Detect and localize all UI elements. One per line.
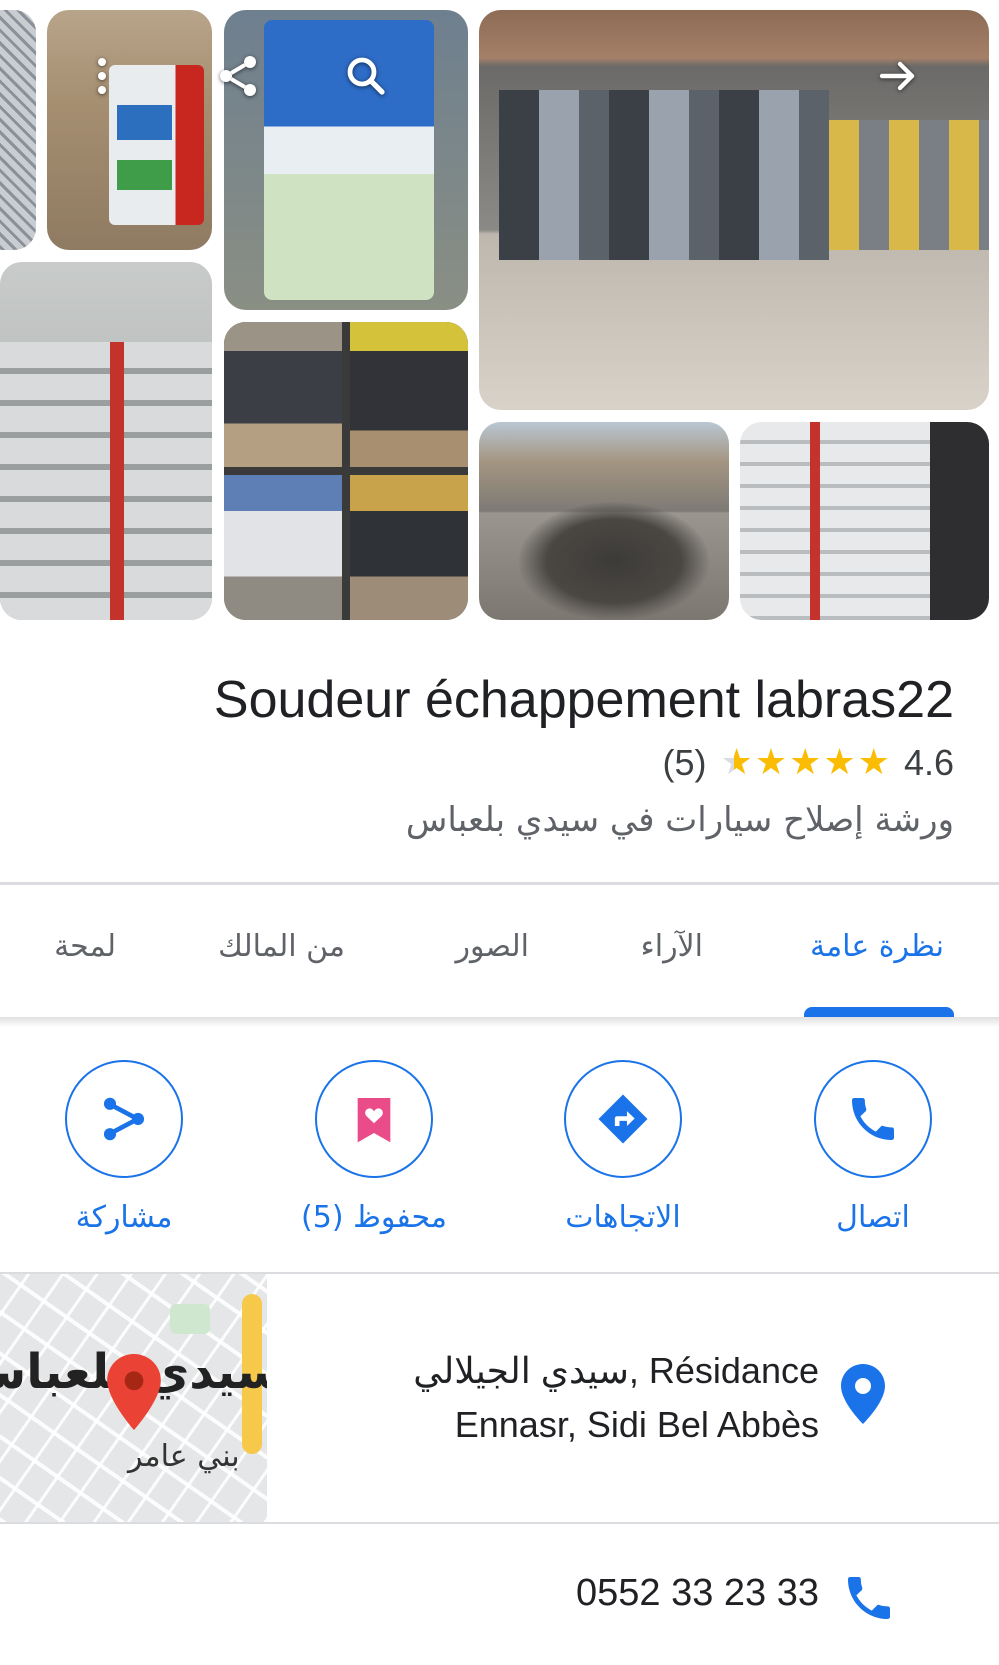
- photo-content: [499, 90, 829, 260]
- star-rating: ★ ★ ★ ★ ★: [721, 743, 890, 783]
- share-icon: [220, 56, 256, 96]
- place-name: Soudeur échappement labras22: [213, 671, 954, 729]
- search-icon: [347, 57, 385, 95]
- tab-shadow: [0, 1017, 999, 1027]
- review-count[interactable]: (5): [663, 742, 707, 784]
- gallery-photo-6[interactable]: [224, 322, 468, 620]
- phone-number[interactable]: 0552 33 23 33: [576, 1572, 819, 1615]
- bookmark-heart-icon: [357, 1098, 391, 1143]
- mini-map[interactable]: سيدي بلعباس بني عامر: [0, 1274, 267, 1522]
- photo-content: [519, 502, 709, 620]
- address-text[interactable]: سيدي الجيلالي, Résidance Ennasr, Sidi Be…: [413, 1344, 819, 1452]
- rating-value: 4.6: [903, 742, 954, 783]
- photo-content: [350, 322, 468, 467]
- map-park: [170, 1304, 210, 1334]
- arrow-forward-icon: [879, 61, 915, 91]
- tab-bar: نظرة عامة الآراء الصور من المالك لمحة: [0, 885, 999, 1017]
- rating-row[interactable]: 4.6 ★ ★ ★ ★ ★ (5): [663, 742, 954, 784]
- save-button[interactable]: محفوظ (5): [274, 1060, 474, 1235]
- map-district-label: بني عامر: [128, 1439, 240, 1474]
- directions-label: الاتجاهات: [565, 1200, 681, 1235]
- share-label: مشاركة: [75, 1200, 173, 1235]
- search-button[interactable]: [334, 44, 398, 108]
- star-half-icon: ★: [720, 742, 753, 783]
- photo-gallery[interactable]: [0, 0, 999, 630]
- gallery-photo-7[interactable]: [479, 422, 729, 620]
- call-button[interactable]: اتصال: [773, 1060, 973, 1235]
- tab-reviews[interactable]: الآراء: [641, 929, 703, 964]
- photo-content: [224, 475, 342, 620]
- phone-icon: [852, 1098, 894, 1140]
- gallery-photo-1[interactable]: [0, 10, 36, 250]
- tab-from-owner[interactable]: من المالك: [218, 929, 345, 964]
- star-icon: ★: [857, 742, 890, 783]
- map-marker-icon: [107, 1354, 161, 1430]
- photo-content: [0, 342, 212, 620]
- share-button[interactable]: مشاركة: [24, 1060, 224, 1235]
- phone-icon: [848, 1577, 890, 1619]
- star-icon: ★: [754, 742, 788, 783]
- place-header: Soudeur échappement labras22 4.6 ★ ★ ★ ★…: [0, 640, 999, 880]
- location-pin-icon: [841, 1364, 885, 1424]
- save-label: محفوظ (5): [301, 1200, 447, 1235]
- directions-button[interactable]: الاتجاهات: [523, 1060, 723, 1235]
- directions-icon: [598, 1094, 648, 1144]
- phone-row[interactable]: 0552 33 23 33: [0, 1524, 999, 1665]
- directions-circle[interactable]: [564, 1060, 682, 1178]
- share-circle[interactable]: [65, 1060, 183, 1178]
- call-label: اتصال: [836, 1200, 910, 1235]
- share-icon: [103, 1097, 145, 1141]
- address-line-1: سيدي الجيلالي, Résidance: [413, 1350, 819, 1391]
- action-buttons: اتصال الاتجاهات محفوظ (5) مشاركة: [0, 1030, 999, 1270]
- star-icon: ★: [789, 742, 822, 783]
- more-vert-icon: [98, 58, 106, 94]
- photo-content: [829, 120, 989, 250]
- tab-photos[interactable]: الصور: [456, 929, 529, 964]
- address-line-2: Ennasr, Sidi Bel Abbès: [454, 1404, 819, 1445]
- tab-overview[interactable]: نظرة عامة: [810, 929, 944, 964]
- call-circle[interactable]: [814, 1060, 932, 1178]
- tab-about[interactable]: لمحة: [54, 929, 116, 964]
- active-tab-indicator: [804, 1007, 954, 1017]
- photo-content: [350, 475, 468, 620]
- forward-button[interactable]: [866, 44, 930, 108]
- place-category[interactable]: ورشة إصلاح سيارات في سيدي بلعباس: [406, 800, 954, 840]
- address-row[interactable]: سيدي بلعباس بني عامر سيدي الجيلالي, Rési…: [0, 1274, 999, 1522]
- gallery-photo-8[interactable]: [740, 422, 989, 620]
- more-options-button[interactable]: [70, 44, 134, 108]
- gallery-photo-5[interactable]: [0, 262, 212, 620]
- star-icon: ★: [823, 742, 856, 783]
- photo-content: [224, 322, 342, 467]
- share-top-button[interactable]: [206, 44, 270, 108]
- save-circle[interactable]: [315, 1060, 433, 1178]
